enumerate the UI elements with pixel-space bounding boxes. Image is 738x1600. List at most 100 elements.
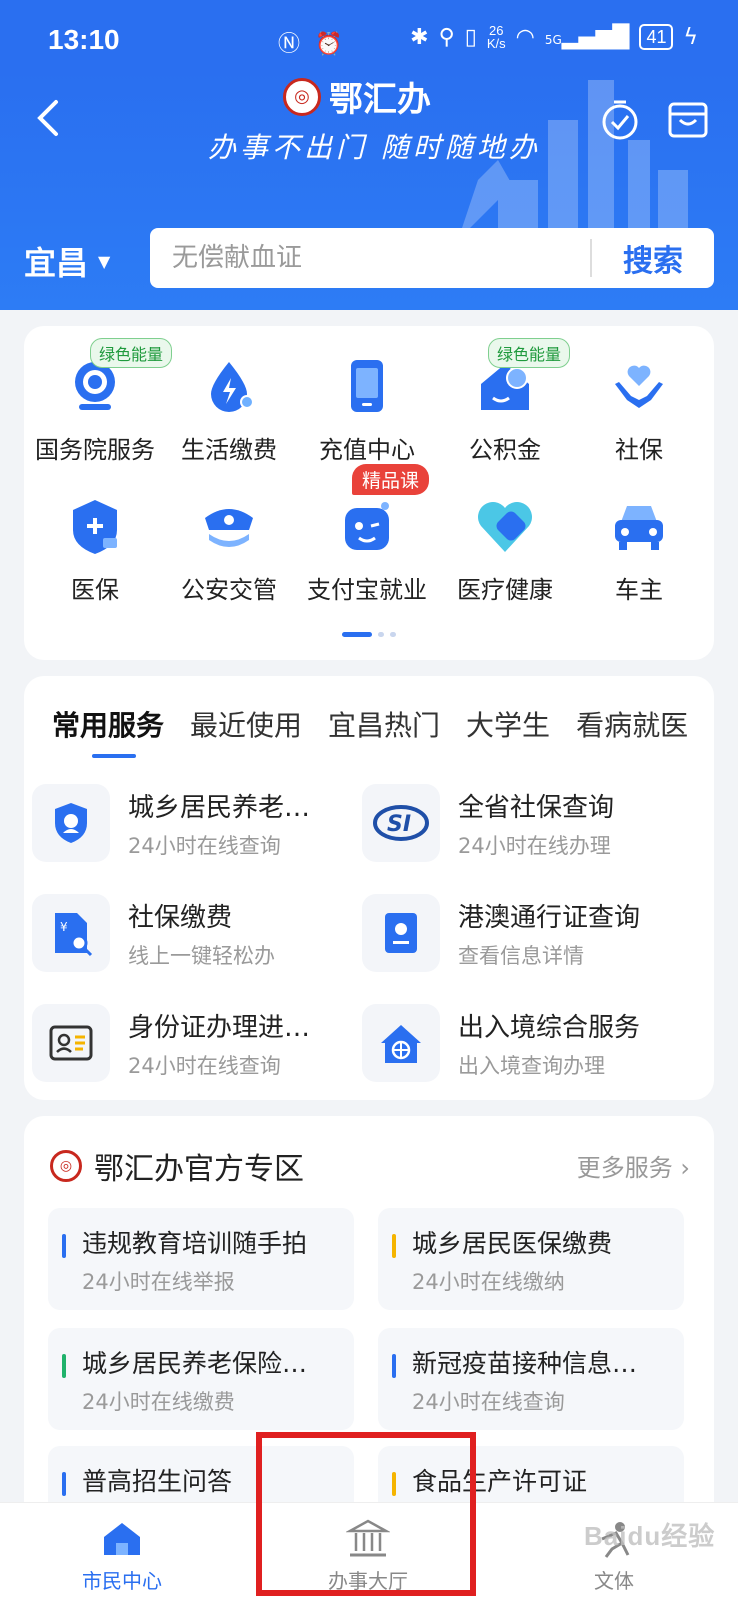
nav-label: 市民中心 — [82, 1569, 162, 1593]
grid-item-social-security[interactable]: 社保 — [570, 354, 708, 465]
grid-item-label: 支付宝就业 — [307, 576, 427, 604]
grid-item-medical-health[interactable]: 医疗健康 — [436, 494, 574, 605]
chevron-right-icon: › — [680, 1154, 690, 1182]
status-bar: 13:10 Ⓝ ⏰ ✱ ⚲ ▯ 26 K/s ◠ 5G▂▄▆█ 41 ϟ — [0, 0, 738, 70]
police-cap-icon — [205, 509, 253, 547]
zone-item-education-report[interactable]: 违规教育培训随手拍 24小时在线举报 — [48, 1208, 354, 1310]
service-icon-box: ¥ — [32, 894, 110, 972]
header: ◎ 鄂汇办 办事不出门 随时随地办 宜昌 ▼ 搜索 — [0, 70, 738, 310]
grid-item-car-owner[interactable]: 车主 — [570, 494, 708, 605]
city-name: 宜昌 — [24, 244, 89, 282]
id-card-icon — [49, 1025, 93, 1061]
grid-item-housing-fund[interactable]: 绿色能量 公积金 — [436, 338, 574, 465]
wallet-icon[interactable] — [666, 98, 710, 142]
service-text: 身份证办理进… 24小时在线查询 — [128, 1007, 310, 1080]
zone-item-medical-insurance-payment[interactable]: 城乡居民医保缴费 24小时在线缴纳 — [378, 1208, 684, 1310]
grid-item-medical-insurance[interactable]: 医保 — [26, 494, 164, 605]
service-tabs: 常用服务 最近使用 宜昌热门 大学生 看病就医 — [52, 704, 702, 744]
svg-text:SI: SI — [387, 812, 411, 837]
car-icon — [615, 506, 663, 550]
tab-college-students[interactable]: 大学生 — [466, 704, 550, 744]
official-zone-title: 鄂汇办官方专区 — [94, 1152, 304, 1187]
service-icon-box — [362, 894, 440, 972]
timer-check-icon[interactable] — [598, 98, 642, 142]
common-services-card: 常用服务 最近使用 宜昌热门 大学生 看病就医 城乡居民养老… 24小时在线查询… — [24, 676, 714, 1100]
page-dot — [390, 632, 396, 637]
nav-citizen-center[interactable]: 市民中心 — [42, 1519, 202, 1594]
grid-item-label: 社保 — [615, 436, 663, 464]
robot-face-icon — [345, 502, 389, 550]
tab-recent[interactable]: 最近使用 — [190, 704, 302, 744]
back-icon[interactable] — [30, 98, 70, 138]
zone-item-subtitle: 24小时在线举报 — [82, 1270, 235, 1294]
zone-item-subtitle: 24小时在线缴纳 — [412, 1270, 565, 1294]
service-title: 城乡居民养老… — [128, 792, 311, 823]
page-dot — [378, 632, 384, 637]
service-title: 港澳通行证查询 — [458, 902, 641, 933]
caret-down-icon: ▼ — [98, 251, 111, 271]
medical-insurance-shield-icon — [73, 500, 117, 554]
service-item-social-security-query[interactable]: SI 全省社保查询 24小时在线办理 — [362, 778, 682, 868]
red-highlight-annotation — [256, 1432, 476, 1596]
social-security-hands-icon — [615, 365, 663, 408]
service-item-pension[interactable]: 城乡居民养老… 24小时在线查询 — [32, 778, 352, 868]
service-text: 出入境综合服务 出入境查询办理 — [458, 1007, 640, 1080]
service-icon-box — [32, 1004, 110, 1082]
service-item-entry-exit[interactable]: 出入境综合服务 出入境查询办理 — [362, 998, 682, 1088]
service-icon-box: SI — [362, 784, 440, 862]
service-item-social-security-payment[interactable]: ¥ 社保缴费 线上一键轻松办 — [32, 888, 352, 978]
signal-icon: 5G▂▄▆█ — [544, 24, 630, 50]
zone-item-title: 普高招生问答 — [82, 1467, 233, 1496]
home-icon — [104, 1523, 140, 1555]
grid-item-alipay-employment[interactable]: 精品课 支付宝就业 — [298, 464, 436, 605]
grid-item-police-traffic[interactable]: 公安交管 — [160, 494, 298, 605]
pension-shield-icon — [55, 803, 87, 843]
app-logo: ◎ 鄂汇办 — [283, 72, 431, 121]
more-services-link[interactable]: 更多服务 › — [577, 1148, 690, 1183]
battery-indicator: 41 — [639, 24, 674, 50]
grid-item-label: 医疗健康 — [457, 576, 553, 604]
quick-services-grid: 绿色能量 国务院服务 生活缴费 充值中心 绿色能量 公积金 社保 医保 公安交管… — [24, 326, 714, 660]
search-input[interactable] — [150, 228, 590, 288]
grid-item-recharge[interactable]: 充值中心 — [298, 354, 436, 465]
active-tab-indicator — [92, 754, 136, 758]
search-button[interactable]: 搜索 — [592, 236, 714, 280]
zone-item-accent — [392, 1354, 396, 1378]
health-heart-icon — [478, 502, 532, 552]
page-dot-active — [342, 632, 372, 637]
baidu-watermark: Baidu经验 — [584, 1521, 716, 1551]
network-speed: 26 K/s — [487, 24, 506, 50]
zone-item-vaccine-info[interactable]: 新冠疫苗接种信息… 24小时在线查询 — [378, 1328, 684, 1430]
zone-item-pension-insurance[interactable]: 城乡居民养老保险… 24小时在线缴费 — [48, 1328, 354, 1430]
tab-yichang-hot[interactable]: 宜昌热门 — [328, 704, 440, 744]
grid-item-state-council[interactable]: 绿色能量 国务院服务 — [26, 338, 173, 465]
zone-item-accent — [62, 1472, 66, 1496]
grid-item-label: 公安交管 — [181, 576, 277, 604]
grid-item-label: 公积金 — [469, 436, 541, 464]
tab-medical[interactable]: 看病就医 — [576, 704, 688, 744]
status-notification-icons: Ⓝ ⏰ — [278, 32, 347, 57]
utility-payment-icon — [211, 362, 254, 412]
grid-item-label: 充值中心 — [319, 436, 415, 464]
service-text: 全省社保查询 24小时在线办理 — [458, 787, 614, 860]
service-subtitle: 24小时在线查询 — [128, 1053, 281, 1078]
grid-item-utility-payment[interactable]: 生活缴费 — [160, 354, 298, 465]
service-title: 全省社保查询 — [458, 792, 615, 823]
payment-search-document-icon: ¥ — [55, 913, 93, 957]
page-indicator — [342, 632, 396, 637]
tab-common-services[interactable]: 常用服务 — [52, 704, 164, 744]
service-icon-box — [32, 784, 110, 862]
service-subtitle: 线上一键轻松办 — [128, 943, 275, 968]
zone-item-title: 新冠疫苗接种信息… — [412, 1349, 638, 1378]
svg-text:¥: ¥ — [60, 920, 68, 934]
bluetooth-icon: ✱ — [410, 24, 429, 50]
service-item-hk-macau-permit[interactable]: 港澳通行证查询 查看信息详情 — [362, 888, 682, 978]
grid-item-label: 国务院服务 — [35, 436, 155, 464]
green-energy-tag: 绿色能量 — [488, 338, 571, 368]
service-text: 社保缴费 线上一键轻松办 — [128, 897, 275, 970]
service-text: 港澳通行证查询 查看信息详情 — [458, 897, 640, 970]
city-selector[interactable]: 宜昌 ▼ — [24, 238, 110, 284]
zone-item-accent — [62, 1354, 66, 1378]
charging-icon: ϟ — [683, 24, 698, 50]
service-item-id-card-progress[interactable]: 身份证办理进… 24小时在线查询 — [32, 998, 352, 1088]
